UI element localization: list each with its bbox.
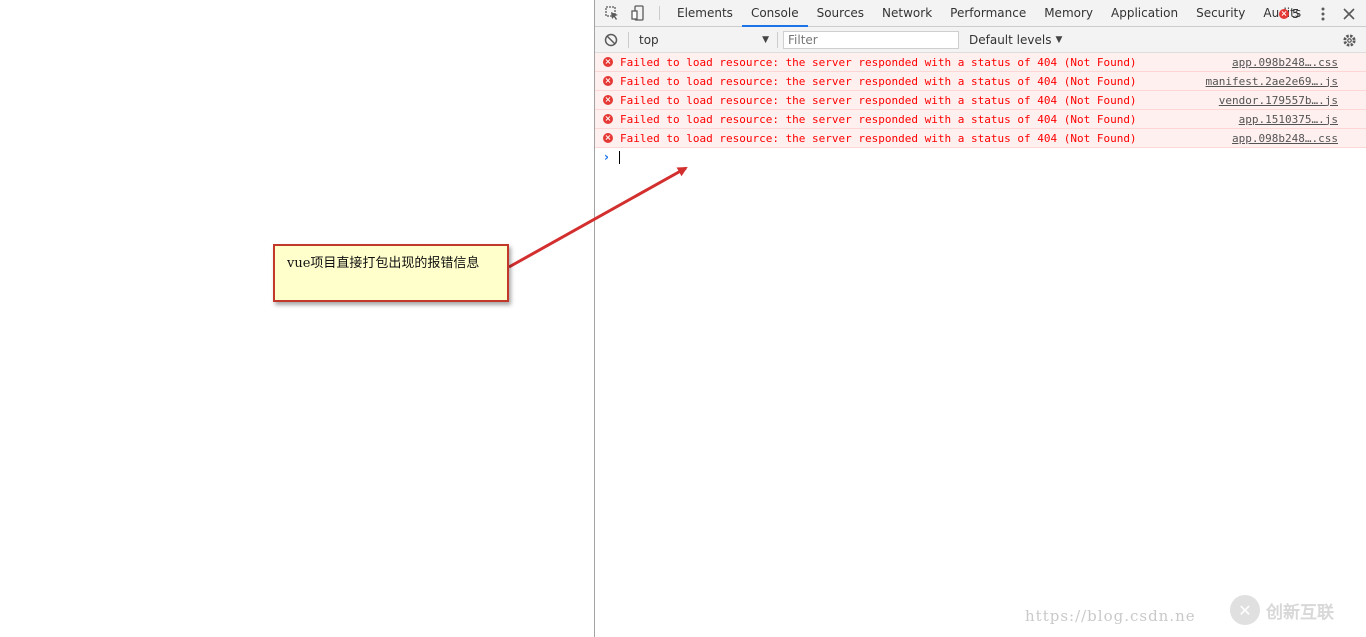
watermark-url: https://blog.csdn.ne bbox=[1025, 607, 1196, 625]
devtools-tabbar: Elements Console Sources Network Perform… bbox=[595, 0, 1366, 27]
brand-name: 创新互联 bbox=[1266, 602, 1334, 623]
levels-dropdown[interactable]: Default levels ▼ bbox=[969, 27, 1062, 53]
error-icon: × bbox=[603, 114, 613, 124]
error-message: Failed to load resource: the server resp… bbox=[620, 131, 1137, 145]
text-cursor bbox=[619, 151, 620, 164]
console-error-row: × Failed to load resource: the server re… bbox=[595, 91, 1366, 110]
source-link[interactable]: app.1510375….js bbox=[1239, 113, 1338, 126]
error-message: Failed to load resource: the server resp… bbox=[620, 93, 1137, 107]
annotation-text: vue项目直接打包出现的报错信息 bbox=[287, 256, 480, 271]
error-message: Failed to load resource: the server resp… bbox=[620, 112, 1137, 126]
chevron-down-icon: ▼ bbox=[762, 35, 769, 45]
tab-elements[interactable]: Elements bbox=[668, 0, 742, 26]
error-count-badge[interactable]: × 5 bbox=[1279, 0, 1300, 27]
console-toolbar: top ▼ Default levels ▼ bbox=[595, 27, 1366, 53]
console-messages: × Failed to load resource: the server re… bbox=[595, 53, 1366, 168]
tab-sources[interactable]: Sources bbox=[808, 0, 873, 26]
devtools-panel: Elements Console Sources Network Perform… bbox=[594, 0, 1366, 637]
tab-separator bbox=[659, 6, 660, 20]
inspected-page-area bbox=[0, 0, 594, 637]
console-prompt[interactable]: › bbox=[595, 148, 1366, 168]
error-count: 5 bbox=[1292, 6, 1300, 21]
context-value: top bbox=[639, 33, 659, 47]
filter-input[interactable] bbox=[783, 31, 959, 49]
tab-memory[interactable]: Memory bbox=[1035, 0, 1102, 26]
prompt-chevron-icon: › bbox=[604, 150, 609, 164]
context-select[interactable]: top ▼ bbox=[639, 27, 769, 53]
kebab-menu-icon[interactable] bbox=[1315, 0, 1331, 27]
error-icon: × bbox=[603, 95, 613, 105]
tab-console[interactable]: Console bbox=[741, 0, 808, 27]
source-link[interactable]: vendor.179557b….js bbox=[1219, 94, 1338, 107]
clear-console-icon[interactable] bbox=[604, 27, 618, 53]
source-link[interactable]: app.098b248….css bbox=[1232, 132, 1338, 145]
console-error-row: × Failed to load resource: the server re… bbox=[595, 110, 1366, 129]
source-link[interactable]: manifest.2ae2e69….js bbox=[1206, 75, 1338, 88]
error-message: Failed to load resource: the server resp… bbox=[620, 74, 1137, 88]
console-error-row: × Failed to load resource: the server re… bbox=[595, 129, 1366, 148]
error-message: Failed to load resource: the server resp… bbox=[620, 55, 1137, 69]
inspect-element-icon[interactable] bbox=[599, 0, 625, 26]
console-error-row: × Failed to load resource: the server re… bbox=[595, 72, 1366, 91]
gear-icon[interactable] bbox=[1342, 27, 1357, 53]
tab-application[interactable]: Application bbox=[1102, 0, 1187, 26]
error-icon: × bbox=[603, 57, 613, 67]
toolbar-separator bbox=[777, 32, 778, 48]
console-error-row: × Failed to load resource: the server re… bbox=[595, 53, 1366, 72]
error-icon: × bbox=[603, 76, 613, 86]
levels-label: Default levels bbox=[969, 33, 1052, 47]
annotation-callout: vue项目直接打包出现的报错信息 bbox=[273, 244, 509, 302]
toolbar-separator bbox=[628, 32, 629, 48]
tab-performance[interactable]: Performance bbox=[941, 0, 1035, 26]
chevron-down-icon: ▼ bbox=[1055, 35, 1063, 45]
source-link[interactable]: app.098b248….css bbox=[1232, 56, 1338, 69]
tab-security[interactable]: Security bbox=[1187, 0, 1254, 26]
error-icon: × bbox=[1279, 8, 1289, 19]
tab-network[interactable]: Network bbox=[873, 0, 941, 26]
watermark-logo: ✕ 创新互联 bbox=[1230, 592, 1360, 628]
device-toolbar-icon[interactable] bbox=[625, 0, 651, 26]
brand-logo-icon: ✕ bbox=[1230, 595, 1260, 625]
error-icon: × bbox=[603, 133, 613, 143]
close-icon[interactable] bbox=[1339, 0, 1359, 27]
